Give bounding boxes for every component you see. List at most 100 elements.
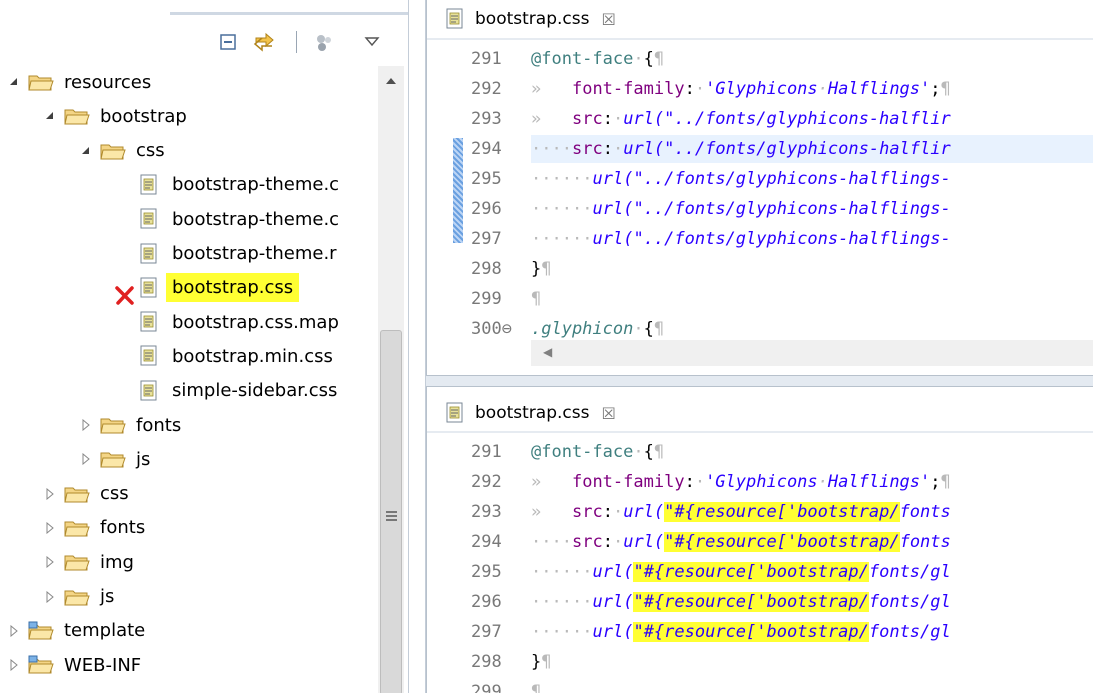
folder-icon [100, 448, 126, 470]
editor-top[interactable]: bootstrap.css ☒ 291 @font-face·{¶ 292 » fon… [426, 0, 1093, 375]
code-line[interactable]: 299 ¶ [427, 284, 1093, 314]
editor-tab-bottom[interactable]: bootstrap.css ☒ [427, 395, 626, 431]
code-line[interactable]: 291 @font-face·{¶ [427, 44, 1093, 74]
tree-item[interactable]: bootstrap-theme.c [114, 169, 341, 201]
line-number: 291 [471, 49, 502, 69]
tree-item[interactable]: simple-sidebar.css [114, 375, 339, 407]
code-line[interactable]: 294 ····src:·url("#{resource['bootstrap/f… [427, 527, 1093, 557]
css-file-icon [136, 277, 162, 299]
code-line[interactable]: 296 ······url("../fonts/glyphicons-halfli… [427, 194, 1093, 224]
close-tab-icon[interactable]: ☒ [601, 10, 615, 29]
line-number: 297 [471, 229, 502, 249]
css-file-icon [136, 345, 162, 367]
tree-item-label: js [100, 586, 115, 607]
collapse-all-icon[interactable] [216, 30, 240, 54]
scroll-left-arrow-icon[interactable]: ◀ [543, 345, 552, 359]
tree-item[interactable]: css [42, 478, 131, 510]
tree-item[interactable]: template [6, 615, 147, 647]
css-file-icon [136, 380, 162, 402]
code-line[interactable]: 297 ······url("#{resource['bootstrap/font… [427, 617, 1093, 647]
editor-tab-top[interactable]: bootstrap.css ☒ [427, 0, 626, 38]
css-file-icon [136, 174, 162, 196]
editor-tab-label: bootstrap.css [475, 403, 590, 423]
code-line[interactable]: 294 ····src:·url("../fonts/glyphicons-hal… [427, 134, 1093, 164]
code-text: @font-face·{¶ [531, 49, 665, 69]
expanded-twisty-icon[interactable] [42, 108, 58, 124]
editor-divider[interactable] [426, 375, 1093, 387]
folder-icon [64, 483, 90, 505]
line-number: 295 [471, 169, 502, 189]
folder-icon [64, 551, 90, 573]
view-splitter[interactable] [408, 0, 426, 693]
close-tab-icon[interactable]: ☒ [601, 404, 615, 423]
collapsed-twisty-icon[interactable] [42, 589, 58, 605]
line-number: 296 [471, 199, 502, 219]
tree-item[interactable]: js [78, 443, 152, 475]
collapsed-twisty-icon[interactable] [6, 623, 22, 639]
expanded-twisty-icon[interactable] [78, 143, 94, 159]
expanded-twisty-icon[interactable] [6, 74, 22, 90]
code-text: ····src:·url("../fonts/glyphicons-halfli… [531, 139, 951, 159]
tree-item-label: bootstrap.min.css [172, 345, 333, 367]
editor-bottom[interactable]: bootstrap.css ☒ 291 @font-face·{¶ 292 » fon… [426, 387, 1093, 693]
tree-item[interactable]: WEB-INF [6, 649, 143, 681]
tree-item[interactable]: css [78, 135, 167, 167]
collapsed-twisty-icon[interactable] [6, 657, 22, 673]
line-number: 295 [471, 562, 502, 582]
focus-icon[interactable] [312, 30, 336, 54]
code-line[interactable]: 291 @font-face·{¶ [427, 437, 1093, 467]
code-line[interactable]: 296 ······url("#{resource['bootstrap/font… [427, 587, 1093, 617]
code-line[interactable]: 298}¶ [427, 647, 1093, 677]
code-line[interactable]: 293 » src:·url("../fonts/glyphicons-halfl… [427, 104, 1093, 134]
css-file-icon [446, 402, 463, 423]
tree-item[interactable]: bootstrap-theme.r [114, 238, 339, 270]
collapsed-twisty-icon[interactable] [42, 520, 58, 536]
tree-item[interactable]: bootstrap [42, 100, 189, 132]
folder-icon [64, 105, 90, 127]
collapsed-twisty-icon[interactable] [42, 554, 58, 570]
code-text: ······url("../fonts/glyphicons-halflings… [531, 169, 951, 189]
code-line[interactable]: 292 » font-family:·'Glyphicons·Halflings'… [427, 74, 1093, 104]
line-number: 299 [471, 289, 502, 309]
folder-icon [28, 620, 54, 642]
project-explorer: resources bootstrap css bootstrap-theme.c bo… [0, 0, 408, 693]
tree-item-label: img [100, 551, 134, 573]
tree-scrollbar[interactable] [378, 66, 404, 693]
view-header-line [170, 12, 408, 15]
collapsed-twisty-icon[interactable] [78, 451, 94, 467]
tree-item[interactable]: bootstrap.css [114, 272, 300, 304]
code-text: ······url("#{resource['bootstrap/fonts/g… [531, 562, 951, 582]
scroll-up-arrow-icon[interactable] [378, 66, 404, 96]
code-line[interactable]: 299 ¶ [427, 677, 1093, 693]
scrollbar-thumb[interactable] [380, 330, 402, 693]
error-marker-icon [115, 286, 134, 305]
code-line[interactable]: 295 ······url("#{resource['bootstrap/font… [427, 557, 1093, 587]
link-with-editor-icon[interactable] [252, 30, 276, 54]
horizontal-scrollbar[interactable]: ◀ [531, 340, 1093, 366]
tree-item[interactable]: bootstrap.css.map [114, 306, 341, 338]
tree-item[interactable]: bootstrap.min.css [114, 340, 335, 372]
folder-icon [64, 586, 90, 608]
css-file-icon [446, 8, 463, 29]
code-line[interactable]: 298}¶ [427, 254, 1093, 284]
code-text: ····src:·url("#{resource['bootstrap/font… [531, 532, 951, 552]
tree-item[interactable]: js [42, 581, 116, 613]
tree-item[interactable]: resources [6, 66, 153, 98]
code-line[interactable]: 295 ······url("../fonts/glyphicons-halfli… [427, 164, 1093, 194]
tree-item[interactable]: bootstrap-theme.c [114, 203, 341, 235]
collapsed-twisty-icon[interactable] [78, 417, 94, 433]
view-menu-icon[interactable] [360, 30, 384, 54]
tree-item[interactable]: fonts [78, 409, 183, 441]
tree-item[interactable]: fonts [42, 512, 147, 544]
code-line[interactable]: 293 » src:·url("#{resource['bootstrap/fon… [427, 497, 1093, 527]
tree-item-label: js [136, 448, 151, 470]
folder-icon [64, 517, 90, 539]
code-text: ······url("../fonts/glyphicons-halflings… [531, 229, 951, 249]
tree-item[interactable]: img [42, 546, 136, 578]
collapsed-twisty-icon[interactable] [42, 486, 58, 502]
code-line[interactable]: 292 » font-family:·'Glyphicons·Halflings'… [427, 467, 1093, 497]
editor-tab-label: bootstrap.css [475, 9, 590, 29]
code-line[interactable]: 297 ······url("../fonts/glyphicons-halfli… [427, 224, 1093, 254]
tree-item-label: bootstrap [100, 105, 187, 127]
